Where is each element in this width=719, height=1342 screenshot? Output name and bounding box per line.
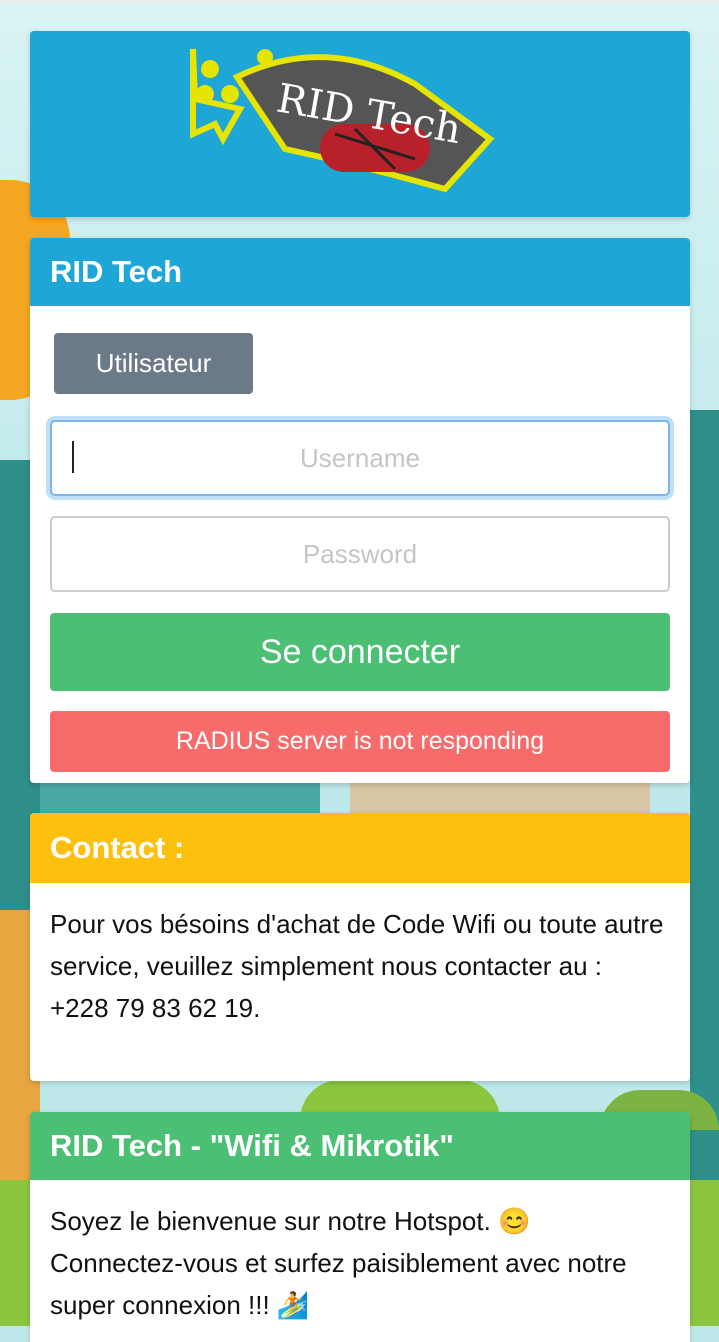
rid-tech-logo-icon: RID Tech: [190, 48, 495, 193]
welcome-panel: RID Tech - "Wifi & Mikrotik" Soyez le bi…: [30, 1112, 690, 1342]
error-alert: RADIUS server is not responding: [50, 711, 670, 772]
contact-text: Pour vos bésoins d'achat de Code Wifi ou…: [50, 909, 664, 981]
username-input[interactable]: [50, 420, 670, 496]
contact-phone: +228 79 83 62 19.: [50, 993, 261, 1023]
welcome-text-1: Soyez le bienvenue sur notre Hotspot. 😊: [50, 1206, 531, 1236]
welcome-text-2: Connectez-vous et surfez paisiblement av…: [50, 1248, 627, 1320]
welcome-panel-title: RID Tech - "Wifi & Mikrotik": [30, 1112, 690, 1180]
user-tab-button[interactable]: Utilisateur: [54, 333, 253, 394]
login-button[interactable]: Se connecter: [50, 613, 670, 691]
login-panel-title: RID Tech: [30, 238, 690, 306]
login-panel: RID Tech Utilisateur Se connecter RADIUS…: [30, 238, 690, 783]
contact-panel-title: Contact :: [30, 813, 690, 883]
logo-banner: RID Tech: [30, 31, 690, 217]
password-input[interactable]: [50, 516, 670, 592]
contact-panel: Contact : Pour vos bésoins d'achat de Co…: [30, 813, 690, 1081]
text-cursor: [72, 441, 74, 473]
